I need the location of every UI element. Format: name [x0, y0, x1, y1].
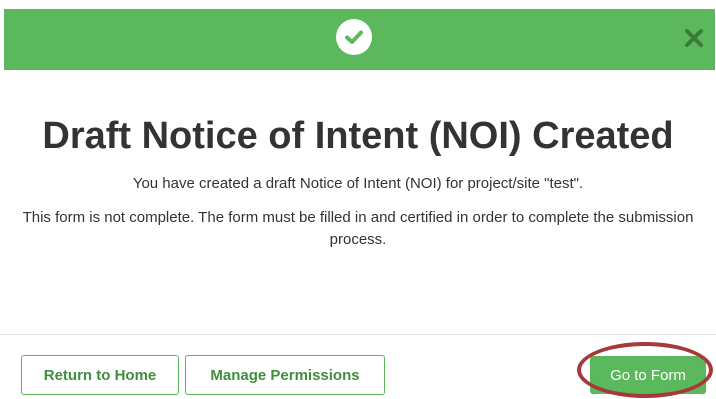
modal-body: Draft Notice of Intent (NOI) Created You…: [0, 70, 716, 251]
created-message: You have created a draft Notice of Inten…: [132, 175, 584, 192]
incomplete-message: This form is not complete. The form must…: [22, 209, 694, 248]
check-circle-icon: [336, 19, 372, 55]
close-icon[interactable]: [680, 24, 708, 52]
checkmark-icon: [345, 30, 363, 44]
modal-title: Draft Notice of Intent (NOI) Created: [42, 115, 674, 157]
success-modal: Draft Notice of Intent (NOI) Created You…: [0, 0, 716, 399]
manage-permissions-button[interactable]: Manage Permissions: [185, 355, 385, 395]
go-to-form-button[interactable]: Go to Form: [590, 356, 706, 394]
footer-divider: [0, 334, 716, 335]
modal-header: [4, 9, 715, 70]
return-to-home-button[interactable]: Return to Home: [21, 355, 179, 395]
